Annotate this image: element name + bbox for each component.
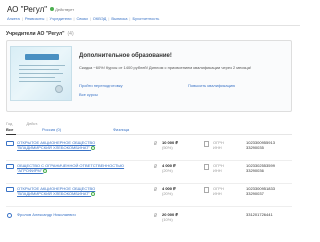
row-divider <box>6 206 292 207</box>
section-header: Учредители АО "Регул" (4) <box>6 31 74 37</box>
tab-buhotchetnost[interactable]: Бухотчетность <box>132 16 159 21</box>
tab-separator: | <box>46 16 48 21</box>
content-divider <box>0 25 300 26</box>
list-tab-all[interactable]: Все <box>6 127 13 132</box>
ruble-icon: ₽ <box>154 164 158 170</box>
check-icon <box>91 191 96 196</box>
list-item: Фролов Александр Николаевич ₽ 20 000 ₽ (… <box>6 211 292 233</box>
diploma-image <box>10 46 72 101</box>
registry-numbers: 1023300951833 33290037 <box>246 186 275 196</box>
share-amount: 4 000 ₽ (20%) <box>162 186 176 196</box>
tab-separator: | <box>73 16 75 21</box>
founder-name-link[interactable]: Фролов Александр Николаевич <box>17 212 130 217</box>
row-divider <box>6 183 292 184</box>
document-icon <box>204 141 209 147</box>
list-item: ОБЩЕСТВО С ОГРАНИЧЕННОЙ ОТВЕТСТВЕННОСТЬЮ… <box>6 162 292 184</box>
document-icon <box>204 187 209 193</box>
diploma-header-shape <box>25 54 59 60</box>
registry-numbers: 331201726441 <box>246 212 273 217</box>
page-title: АО "Регул" <box>7 4 48 14</box>
ruble-icon: ₽ <box>154 187 158 193</box>
tab-separator: | <box>129 16 131 21</box>
section-tabs: Анкета | Реквизиты | Учредители | Связи … <box>7 15 159 22</box>
tab-uchrediteli[interactable]: Учредители <box>49 16 71 21</box>
list-tab-russia[interactable]: Россия (0) <box>42 127 61 132</box>
tab-svyazi[interactable]: Связи <box>77 16 88 21</box>
founder-name-link[interactable]: ОБЩЕСТВО С ОГРАНИЧЕННОЙ ОТВЕТСТВЕННОСТЬЮ… <box>17 163 130 173</box>
person-icon <box>7 213 12 218</box>
active-tab-underline <box>6 134 16 135</box>
tab-separator: | <box>89 16 91 21</box>
share-amount: 10 000 ₽ (50%) <box>162 140 178 150</box>
company-icon <box>6 141 14 146</box>
tab-okved[interactable]: ОКВЭД <box>93 16 107 21</box>
tab-anketa[interactable]: Анкета <box>7 16 20 21</box>
status-dot-icon <box>50 7 55 11</box>
list-tabs: Все Россия (0) Физлица <box>6 125 292 135</box>
list-item: ОТКРЫТОЕ АКЦИОНЕРНОЕ ОБЩЕСТВО "ВЛАДИМИРС… <box>6 139 292 161</box>
registry-labels: ОГРН ИНН <box>213 186 224 196</box>
diploma-text-line <box>19 65 65 66</box>
registry-labels: ОГРН ИНН <box>213 140 224 150</box>
promo-link-qualification[interactable]: Повысить квалификацию <box>188 83 235 88</box>
tab-rekvizity[interactable]: Реквизиты <box>25 16 45 21</box>
promo-link-retraining[interactable]: Пройти переподготовку <box>79 83 123 88</box>
registry-labels: ОГРН ИНН <box>213 163 224 173</box>
share-amount: 20 000 ₽ (10%) <box>162 212 178 222</box>
diploma-text-line <box>19 77 55 78</box>
diploma-text-line <box>19 69 59 70</box>
seal-icon <box>55 85 63 93</box>
check-icon <box>43 168 48 173</box>
founder-name-link[interactable]: ОТКРЫТОЕ АКЦИОНЕРНОЕ ОБЩЕСТВО "ВЛАДИМИРС… <box>17 186 130 196</box>
tab-separator: | <box>21 16 23 21</box>
list-tab-individuals[interactable]: Физлица <box>113 127 129 132</box>
registry-numbers: 1023302553599 33290036 <box>246 163 275 173</box>
ruble-icon: ₽ <box>154 141 158 147</box>
document-icon <box>204 164 209 170</box>
promo-link-all-courses[interactable]: Все курсы <box>79 92 98 97</box>
tab-separator: | <box>108 16 110 21</box>
company-icon <box>6 164 14 169</box>
title-row: АО "Регул" Действует <box>7 3 74 15</box>
promo-banner: Дополнительное образование! Скидка −60%!… <box>6 40 292 112</box>
tab-vypiska[interactable]: Выписка <box>111 16 127 21</box>
promo-title: Дополнительное образование! <box>79 53 172 59</box>
list-item: ОТКРЫТОЕ АКЦИОНЕРНОЕ ОБЩЕСТВО "ВЛАДИМИРС… <box>6 185 292 207</box>
diploma-text-line <box>19 81 61 82</box>
ruble-icon: ₽ <box>154 213 158 219</box>
section-count: (4) <box>67 31 74 37</box>
check-icon <box>91 145 96 150</box>
founder-name-link[interactable]: ОТКРЫТОЕ АКЦИОНЕРНОЕ ОБЩЕСТВО "ВЛАДИМИРС… <box>17 140 130 150</box>
section-title: Учредители АО "Регул" <box>6 31 65 37</box>
diploma-text-line <box>19 73 63 74</box>
promo-text: Скидка −60%! Курсы от 1400 рублей! Дипло… <box>79 65 252 70</box>
row-divider <box>6 160 292 161</box>
company-icon <box>6 187 14 192</box>
share-amount: 4 000 ₽ (20%) <box>162 163 176 173</box>
registry-numbers: 1023300955913 33290035 <box>246 140 275 150</box>
status-badge: Действует <box>55 6 75 12</box>
